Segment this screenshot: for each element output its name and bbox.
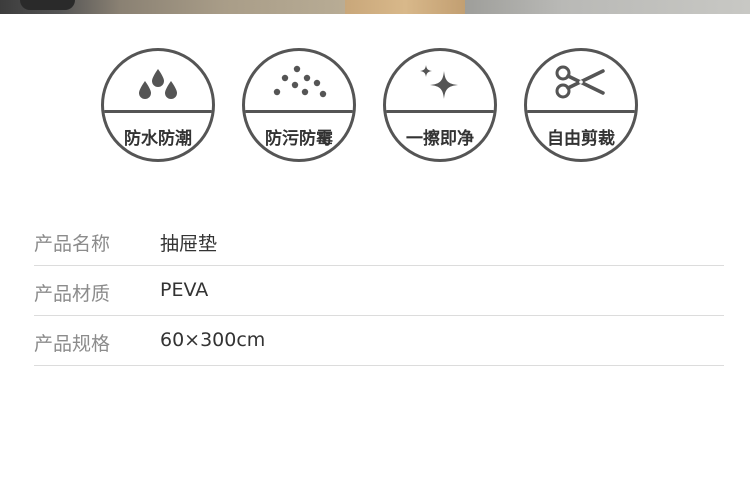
feature-divider bbox=[386, 110, 494, 113]
product-photo-strip bbox=[0, 0, 750, 14]
photo-object bbox=[20, 0, 75, 10]
spec-row-material: 产品材质 PEVA bbox=[34, 266, 724, 316]
water-drops-icon bbox=[139, 69, 177, 99]
feature-icon-area bbox=[245, 51, 353, 110]
feature-label: 防水防潮 bbox=[124, 129, 192, 149]
feature-easy-clean: 一擦即净 bbox=[383, 48, 497, 162]
scissors-icon bbox=[555, 65, 605, 99]
feature-divider bbox=[245, 110, 353, 113]
photo-wood-panel bbox=[345, 0, 465, 14]
feature-icon-area bbox=[527, 51, 635, 110]
spec-key: 产品规格 bbox=[34, 333, 111, 355]
spec-key: 产品名称 bbox=[34, 233, 111, 255]
feature-waterproof: 防水防潮 bbox=[101, 48, 215, 162]
spec-row-name: 产品名称 抽屉垫 bbox=[34, 216, 724, 266]
spec-value: 抽屉垫 bbox=[160, 233, 218, 255]
spec-table: 产品名称 抽屉垫 产品材质 PEVA 产品规格 60×300cm bbox=[34, 216, 724, 366]
dots-icon bbox=[273, 65, 327, 98]
feature-icons: 防水防潮 防污防霉 一擦即净 自由剪裁 bbox=[0, 48, 750, 170]
feature-label: 自由剪裁 bbox=[547, 129, 615, 149]
feature-divider bbox=[527, 110, 635, 113]
feature-icon-area bbox=[386, 51, 494, 110]
spec-key: 产品材质 bbox=[34, 283, 111, 305]
spec-row-size: 产品规格 60×300cm bbox=[34, 316, 724, 366]
feature-icon-area bbox=[104, 51, 212, 110]
feature-divider bbox=[104, 110, 212, 113]
feature-label: 防污防霉 bbox=[265, 129, 333, 149]
feature-label: 一擦即净 bbox=[406, 129, 474, 149]
spec-value: 60×300cm bbox=[160, 329, 266, 351]
sparkle-icon bbox=[420, 65, 458, 99]
feature-cuttable: 自由剪裁 bbox=[524, 48, 638, 162]
spec-value: PEVA bbox=[160, 279, 209, 301]
feature-antifouling: 防污防霉 bbox=[242, 48, 356, 162]
